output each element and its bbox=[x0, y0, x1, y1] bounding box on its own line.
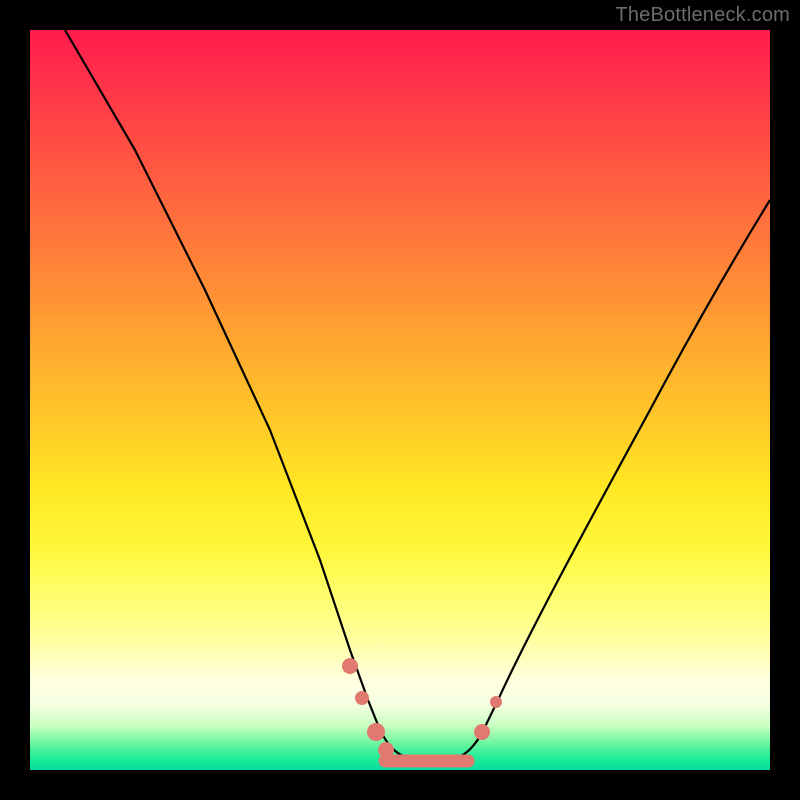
bottleneck-curve bbox=[65, 30, 770, 762]
marker-dot bbox=[342, 658, 358, 674]
marker-dot bbox=[474, 724, 490, 740]
marker-dot bbox=[378, 742, 394, 758]
curve-layer bbox=[30, 30, 770, 770]
chart-frame: TheBottleneck.com bbox=[0, 0, 800, 800]
watermark-text: TheBottleneck.com bbox=[615, 4, 790, 27]
plot-area bbox=[30, 30, 770, 770]
marker-dot bbox=[490, 696, 502, 708]
marker-dot bbox=[355, 691, 369, 705]
marker-dot bbox=[367, 723, 385, 741]
